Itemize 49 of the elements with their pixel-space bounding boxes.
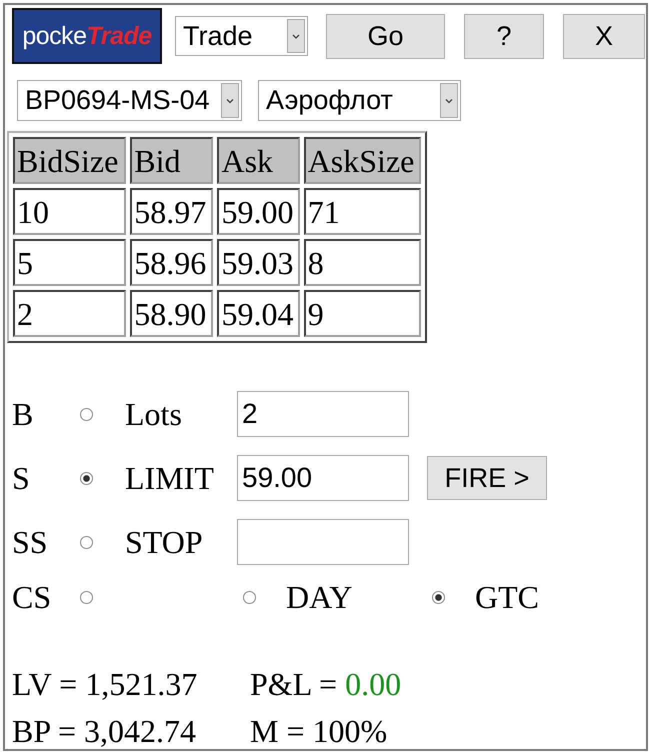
go-button[interactable]: Go [326,14,445,58]
table-cell: 59.03 [217,239,300,286]
mode-dropdown[interactable]: Trade [175,16,308,56]
radio-button[interactable] [243,590,256,604]
radio-button[interactable] [80,472,93,484]
side-label: B [12,398,34,430]
instrument-dropdown[interactable]: Аэрофлот [258,80,461,121]
radio-button[interactable] [432,590,445,604]
table-cell: 8 [304,239,421,286]
logo: pockeTrade [12,8,162,64]
radio-button[interactable] [80,408,93,420]
account-dropdown[interactable]: BP0694-MS-04 [17,80,242,121]
duration-label: DAY [286,581,352,613]
table-header-cell: Ask [217,137,300,184]
table-cell: 58.96 [130,239,214,286]
field-label: Lots [125,398,182,430]
table-cell: 58.97 [130,188,214,235]
table-cell: 59.04 [217,290,300,337]
table-cell: 58.90 [130,290,214,337]
summary-text: P&L = 0.00 [250,666,402,702]
table-header-cell: BidSize [13,137,126,184]
caret-icon [287,19,305,53]
side-label: S [12,462,30,494]
caret-icon [221,83,239,118]
summary-text: BP = 3,042.74 [12,713,196,749]
fire-button[interactable]: FIRE > [427,456,547,500]
radio-button[interactable] [80,590,93,604]
table-cell: 59.00 [217,188,300,235]
input-field[interactable]: 59.00 [237,455,409,501]
table-cell: 2 [13,290,126,337]
radio-button[interactable] [80,536,93,548]
close-button[interactable]: X [563,14,645,58]
table-cell: 9 [304,290,421,337]
side-label: SS [12,526,48,558]
summary-text: M = 100% [250,713,388,749]
caret-icon [440,83,458,118]
input-field[interactable] [237,519,409,565]
field-label: STOP [125,526,203,558]
table-header-cell: Bid [130,137,214,184]
duration-label: GTC [475,581,539,613]
table-header-cell: AskSize [304,137,421,184]
table-cell: 71 [304,188,421,235]
help-button[interactable]: ? [464,14,544,58]
field-label: LIMIT [125,462,214,494]
input-field[interactable]: 2 [237,391,409,437]
table-cell: 10 [13,188,126,235]
side-label: CS [12,581,52,613]
summary-text: LV = 1,521.37 [12,666,198,702]
table-cell: 5 [13,239,126,286]
